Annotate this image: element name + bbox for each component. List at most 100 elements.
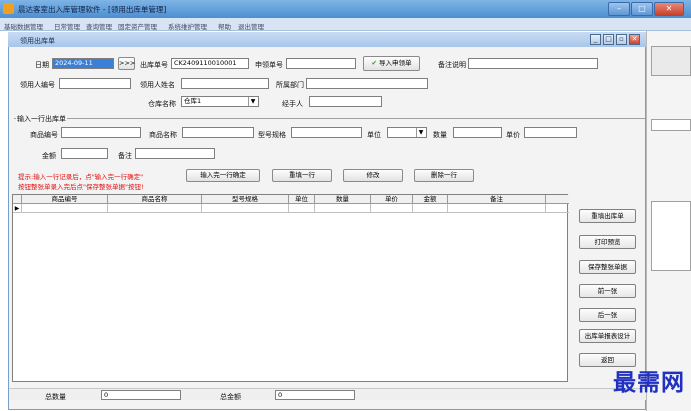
close-button[interactable]: ✕	[654, 2, 684, 16]
status-bar: 总数量 0 总金额 0	[9, 388, 646, 401]
name-label: 商品名称	[149, 131, 177, 139]
confirm-line-button[interactable]: 输入完一行确定	[186, 169, 260, 182]
name-field[interactable]	[182, 127, 254, 138]
child-restore-button[interactable]: □	[603, 34, 614, 45]
user-no-field[interactable]	[59, 78, 131, 89]
menu-daily[interactable]: 日常管理	[54, 21, 80, 31]
unit-label: 单位	[367, 131, 381, 139]
amount-field[interactable]	[61, 148, 108, 159]
tip-line-1: 提示:输入一行记录后，点"输入完一行确定"	[18, 173, 144, 181]
col-name[interactable]: 商品名称	[108, 195, 202, 204]
code-field[interactable]	[61, 127, 141, 138]
cell-model[interactable]	[202, 204, 289, 213]
menu-bar: 基础数据管理 日常管理 查询管理 固定资产管理 系统维护管理 帮助 退出管理	[0, 18, 691, 31]
date-picker-button[interactable]: >>>	[118, 57, 135, 70]
remark-field[interactable]	[468, 58, 598, 69]
background-window	[646, 31, 691, 411]
print-preview-button[interactable]: 打印预览	[579, 235, 636, 249]
warehouse-select[interactable]: 仓库1 ▼	[181, 96, 259, 107]
qty-field[interactable]	[453, 127, 502, 138]
total-amt-field: 0	[275, 390, 355, 400]
table-row[interactable]: ▶	[13, 204, 569, 213]
handler-label: 经手人	[282, 100, 303, 108]
child-minimize-button[interactable]: _	[590, 34, 601, 45]
date-field[interactable]: 2024-09-11	[52, 58, 114, 69]
save-doc-button[interactable]: 保存整张单据	[579, 260, 636, 274]
warehouse-value: 仓库1	[184, 97, 202, 105]
cell-note[interactable]	[448, 204, 546, 213]
model-label: 型号规格	[258, 131, 286, 139]
applyno-label: 申领单号	[255, 61, 283, 69]
col-code[interactable]: 商品编号	[22, 195, 108, 204]
cell-unit[interactable]	[289, 204, 315, 213]
watermark-logo: 最需网	[613, 369, 685, 396]
menu-fixed-assets[interactable]: 固定资产管理	[118, 21, 157, 31]
menu-help[interactable]: 帮助	[218, 21, 231, 31]
row-marker-icon: ▶	[13, 204, 22, 213]
report-design-button[interactable]: 出库单报表设计	[579, 329, 636, 343]
warehouse-label: 仓库名称	[148, 100, 176, 108]
col-amount[interactable]: 金额	[413, 195, 448, 204]
row-header-corner	[13, 195, 22, 204]
maximize-button[interactable]: □	[631, 2, 653, 16]
col-model[interactable]: 型号规格	[202, 195, 289, 204]
cell-qty[interactable]	[315, 204, 371, 213]
menu-system[interactable]: 系统维护管理	[168, 21, 207, 31]
col-price[interactable]: 单价	[371, 195, 413, 204]
user-name-label: 领用人姓名	[140, 81, 175, 89]
dept-label: 所属部门	[276, 81, 304, 89]
handler-field[interactable]	[309, 96, 382, 107]
refill-line-button[interactable]: 重填一行	[272, 169, 332, 182]
line-group-title: 输入一行出库单	[16, 114, 67, 124]
app-icon	[3, 3, 14, 14]
cell-price[interactable]	[371, 204, 413, 213]
check-icon: ✔	[371, 59, 377, 67]
col-note[interactable]: 备注	[448, 195, 546, 204]
background-field	[651, 119, 691, 131]
prev-button[interactable]: 前一张	[579, 284, 636, 298]
delete-line-button[interactable]: 删除一行	[414, 169, 474, 182]
grid-header: 商品编号 商品名称 型号规格 单位 数量 单价 金额 备注	[13, 195, 569, 204]
date-label: 日期	[35, 61, 49, 69]
next-button[interactable]: 后一张	[579, 308, 636, 322]
price-label: 单价	[506, 131, 520, 139]
import-apply-label: 导入申领单	[379, 59, 412, 67]
refill-doc-button[interactable]: 重填出库单	[579, 209, 636, 223]
detail-grid[interactable]: 商品编号 商品名称 型号规格 单位 数量 单价 金额 备注 ▶	[12, 194, 569, 382]
model-field[interactable]	[291, 127, 362, 138]
user-no-label: 领用人编号	[20, 81, 55, 89]
chevron-down-icon: ▼	[248, 97, 257, 106]
total-qty-label: 总数量	[45, 393, 66, 401]
code-label: 商品编号	[30, 131, 58, 139]
chevron-down-icon: ▼	[416, 128, 425, 137]
import-apply-button[interactable]: ✔ 导入申领单	[363, 56, 420, 71]
col-unit[interactable]: 单位	[289, 195, 315, 204]
child-close-button[interactable]: ✕	[629, 34, 640, 45]
cell-code[interactable]	[22, 204, 108, 213]
menu-base-data[interactable]: 基础数据管理	[4, 21, 43, 31]
user-name-field[interactable]	[181, 78, 269, 89]
menu-query[interactable]: 查询管理	[86, 21, 112, 31]
applyno-field[interactable]	[286, 58, 356, 69]
child-title-bar: 领用出库单 _ □ ▫ ✕	[8, 32, 646, 47]
minimize-button[interactable]: –	[608, 2, 630, 16]
total-amt-label: 总金额	[220, 393, 241, 401]
col-qty[interactable]: 数量	[315, 195, 371, 204]
cell-name[interactable]	[108, 204, 202, 213]
cell-amount[interactable]	[413, 204, 448, 213]
price-field[interactable]	[524, 127, 577, 138]
outno-field[interactable]: CK2409110010001	[171, 58, 249, 69]
child-title: 领用出库单	[20, 37, 55, 45]
tip-line-2: 按钮整张单录入完后点"保存整张单据"按钮!	[18, 183, 144, 191]
child-maximize-button[interactable]: ▫	[616, 34, 627, 45]
note-field[interactable]	[135, 148, 215, 159]
amount-label: 金额	[42, 152, 56, 160]
note-label: 备注	[118, 152, 132, 160]
group-divider	[14, 118, 646, 119]
dept-field[interactable]	[306, 78, 428, 89]
menu-exit[interactable]: 退出管理	[238, 21, 264, 31]
unit-select[interactable]: ▼	[387, 127, 427, 138]
title-bar: 晨达客室出入库管理软件 - [领用出库单管理] – □ ✕	[0, 0, 691, 18]
total-qty-field: 0	[101, 390, 181, 400]
modify-button[interactable]: 修改	[343, 169, 403, 182]
